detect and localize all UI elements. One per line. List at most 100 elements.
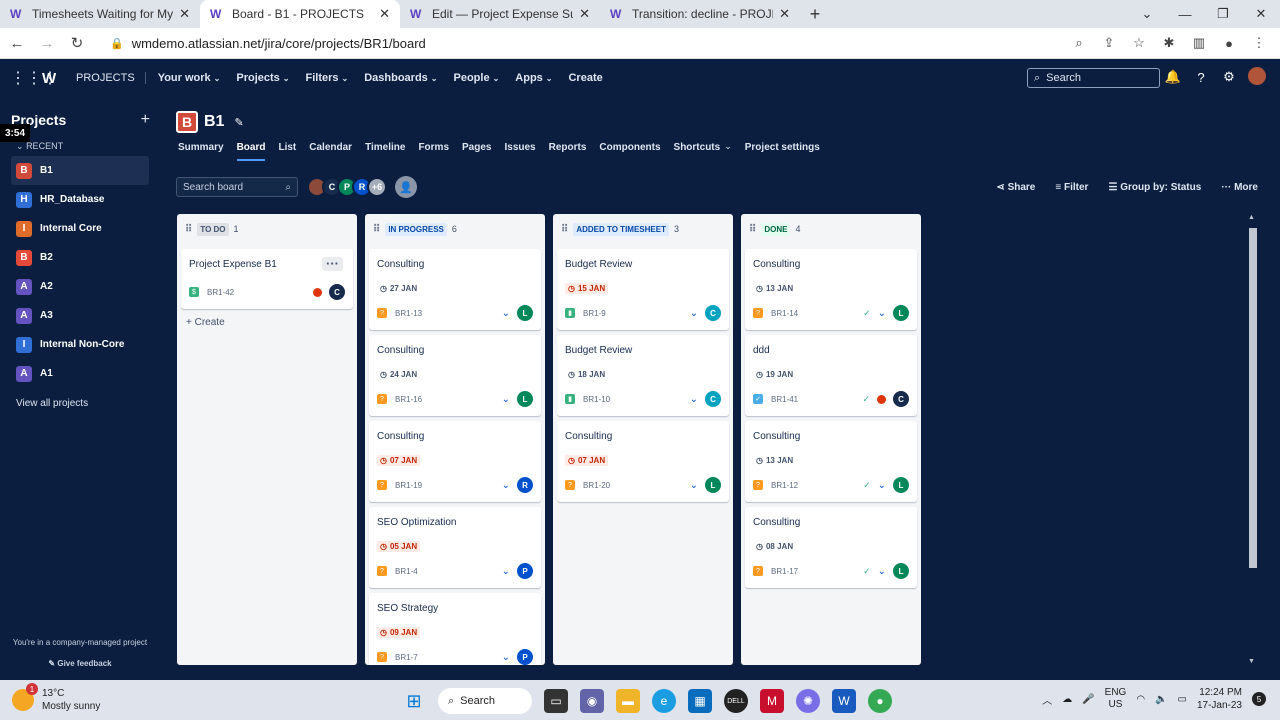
new-tab-button[interactable]: + [800, 0, 830, 28]
tab-issues[interactable]: Issues [504, 142, 535, 161]
close-window-icon[interactable]: ✕ [1242, 0, 1280, 28]
edit-pencil-icon[interactable]: ✎ [234, 116, 243, 129]
assignee-avatar[interactable]: L [893, 563, 909, 579]
issue-card[interactable]: ddd ◷ 19 JAN ✓ BR1-41 ✓ C [745, 335, 917, 416]
issue-key[interactable]: BR1-17 [771, 567, 798, 576]
maximize-icon[interactable]: ❐ [1204, 0, 1242, 28]
weather-widget[interactable]: 1 13°C Mostly sunny [12, 683, 100, 713]
issue-card[interactable]: Consulting ◷ 13 JAN? BR1-12 ✓ ⌄ L [745, 421, 917, 502]
forward-icon[interactable]: → [34, 30, 60, 56]
file-explorer-icon[interactable]: ▬ [616, 689, 640, 713]
assignee-avatar[interactable]: C [329, 284, 345, 300]
nav-menu-your-work[interactable]: Your work ⌄ [158, 72, 221, 84]
clock[interactable]: 12:24 PM 17-Jan-23 [1197, 686, 1242, 712]
view-all-projects-link[interactable]: View all projects [0, 388, 160, 409]
browser-tab-1[interactable]: W Board - B1 - PROJECTS ✕ [200, 0, 400, 28]
back-icon[interactable]: ← [4, 30, 30, 56]
issue-card[interactable]: Consulting ◷ 08 JAN? BR1-17 ✓ ⌄ L [745, 507, 917, 588]
tab-pages[interactable]: Pages [462, 142, 491, 161]
share-button[interactable]: ⋖ Share [996, 182, 1035, 193]
issue-key[interactable]: BR1-20 [583, 481, 610, 490]
sidebar-item-project[interactable]: B B2 [0, 243, 160, 272]
profile-icon[interactable]: ● [1216, 30, 1242, 56]
assignee-avatar[interactable]: P [517, 649, 533, 665]
browser-menu-icon[interactable]: ⋮ [1246, 30, 1272, 56]
sidebar-item-project[interactable]: I Internal Core [0, 214, 160, 243]
assignee-avatar[interactable]: L [705, 477, 721, 493]
word-icon[interactable]: W [832, 689, 856, 713]
issue-key[interactable]: BR1-7 [395, 653, 418, 662]
language-indicator[interactable]: ENG US [1105, 687, 1127, 711]
tab-summary[interactable]: Summary [178, 142, 224, 161]
issue-key[interactable]: BR1-16 [395, 395, 422, 404]
column-header[interactable]: ⠿ IN PROGRESS 6 [365, 214, 545, 244]
tab-reports[interactable]: Reports [549, 142, 587, 161]
issue-key[interactable]: BR1-42 [207, 288, 234, 297]
issue-key[interactable]: BR1-19 [395, 481, 422, 490]
nav-menu-dashboards[interactable]: Dashboards ⌄ [364, 72, 437, 84]
drag-handle-icon[interactable]: ⠿ [749, 224, 756, 235]
extensions-icon[interactable]: ✱ [1156, 30, 1182, 56]
sidebar-item-project[interactable]: A A1 [0, 359, 160, 388]
app-switcher-icon[interactable]: ⋮⋮⋮ [10, 68, 58, 88]
task-view-icon[interactable]: ▭ [544, 689, 568, 713]
tray-chevron-icon[interactable]: ︿ [1042, 692, 1052, 707]
sidepanel-icon[interactable]: ▥ [1186, 30, 1212, 56]
issue-key[interactable]: BR1-41 [771, 395, 798, 404]
give-feedback-link[interactable]: ✎ Give feedback [0, 659, 160, 668]
drag-handle-icon[interactable]: ⠿ [185, 224, 192, 235]
teams-chat-icon[interactable]: ◉ [580, 689, 604, 713]
nav-menu-projects[interactable]: Projects ⌄ [236, 72, 289, 84]
sidebar-item-project[interactable]: A A3 [0, 301, 160, 330]
board-scrollbar[interactable]: ▲ ▼ [1248, 214, 1258, 665]
tab-project-settings[interactable]: Project settings [745, 142, 820, 161]
nav-menu-apps[interactable]: Apps ⌄ [515, 72, 552, 84]
assignee-avatar[interactable]: C [705, 391, 721, 407]
issue-card[interactable]: Budget Review ◷ 15 JAN ▮ BR1-9 ⌄ C [557, 249, 729, 330]
sidebar-item-project[interactable]: B B1 [11, 156, 149, 185]
url-field[interactable]: 🔒 wmdemo.atlassian.net/jira/core/projects… [110, 36, 1066, 51]
tab-forms[interactable]: Forms [418, 142, 449, 161]
create-issue-button[interactable]: + Create [186, 317, 357, 328]
issue-card[interactable]: Consulting ◷ 07 JAN? BR1-19 ⌄ R [369, 421, 541, 502]
assignee-avatar[interactable]: P [517, 563, 533, 579]
mcafee-icon[interactable]: M [760, 689, 784, 713]
zoom-icon[interactable]: ⌕ [1066, 30, 1092, 56]
browser-tab-3[interactable]: W Transition: decline - PROJECTS ✕ [600, 0, 800, 28]
issue-key[interactable]: BR1-13 [395, 309, 422, 318]
global-search-input[interactable]: ⌕ Search [1027, 68, 1160, 88]
tab-shortcuts[interactable]: Shortcuts [674, 142, 721, 161]
issue-key[interactable]: BR1-9 [583, 309, 606, 318]
sidebar-item-project[interactable]: H HR_Database [0, 185, 160, 214]
bookmark-star-icon[interactable]: ☆ [1126, 30, 1152, 56]
issue-card[interactable]: SEO Strategy ◷ 09 JAN? BR1-7 ⌄ P [369, 593, 541, 665]
product-logo-icon[interactable]: W [42, 70, 68, 87]
issue-card[interactable]: Consulting ◷ 07 JAN? BR1-20 ⌄ L [557, 421, 729, 502]
drag-handle-icon[interactable]: ⠿ [561, 224, 568, 235]
board-search-input[interactable]: Search board ⌕ [176, 177, 298, 197]
scroll-up-icon[interactable]: ▲ [1248, 214, 1255, 221]
windows-start-icon[interactable]: ⊞ [402, 689, 426, 713]
microphone-icon[interactable]: 🎤 [1082, 694, 1094, 705]
product-brand[interactable]: PROJECTS [76, 72, 146, 84]
store-icon[interactable]: ▦ [688, 689, 712, 713]
column-header[interactable]: ⠿ DONE 4 [741, 214, 921, 244]
assignee-avatar[interactable]: C [705, 305, 721, 321]
issue-key[interactable]: BR1-12 [771, 481, 798, 490]
notifications-icon[interactable]: 🔔 [1164, 67, 1182, 87]
browser-tab-2[interactable]: W Edit — Project Expense Submissio ✕ [400, 0, 600, 28]
assignee-avatar[interactable]: R [517, 477, 533, 493]
scroll-thumb[interactable] [1249, 228, 1257, 568]
close-tab-icon[interactable]: ✕ [779, 6, 790, 22]
assignee-avatar[interactable]: L [893, 305, 909, 321]
assignee-avatar[interactable]: L [517, 305, 533, 321]
volume-icon[interactable]: 🔈 [1155, 694, 1167, 705]
battery-icon[interactable]: ▭ [1178, 694, 1187, 705]
assignee-filter-avatar[interactable]: +6 [367, 177, 387, 197]
tab-timeline[interactable]: Timeline [365, 142, 405, 161]
minimize-icon[interactable]: — [1166, 0, 1204, 28]
issue-key[interactable]: BR1-10 [583, 395, 610, 404]
user-avatar[interactable] [1248, 67, 1266, 85]
issue-card[interactable]: Consulting ◷ 13 JAN? BR1-14 ✓ ⌄ L [745, 249, 917, 330]
close-tab-icon[interactable]: ✕ [379, 6, 390, 22]
